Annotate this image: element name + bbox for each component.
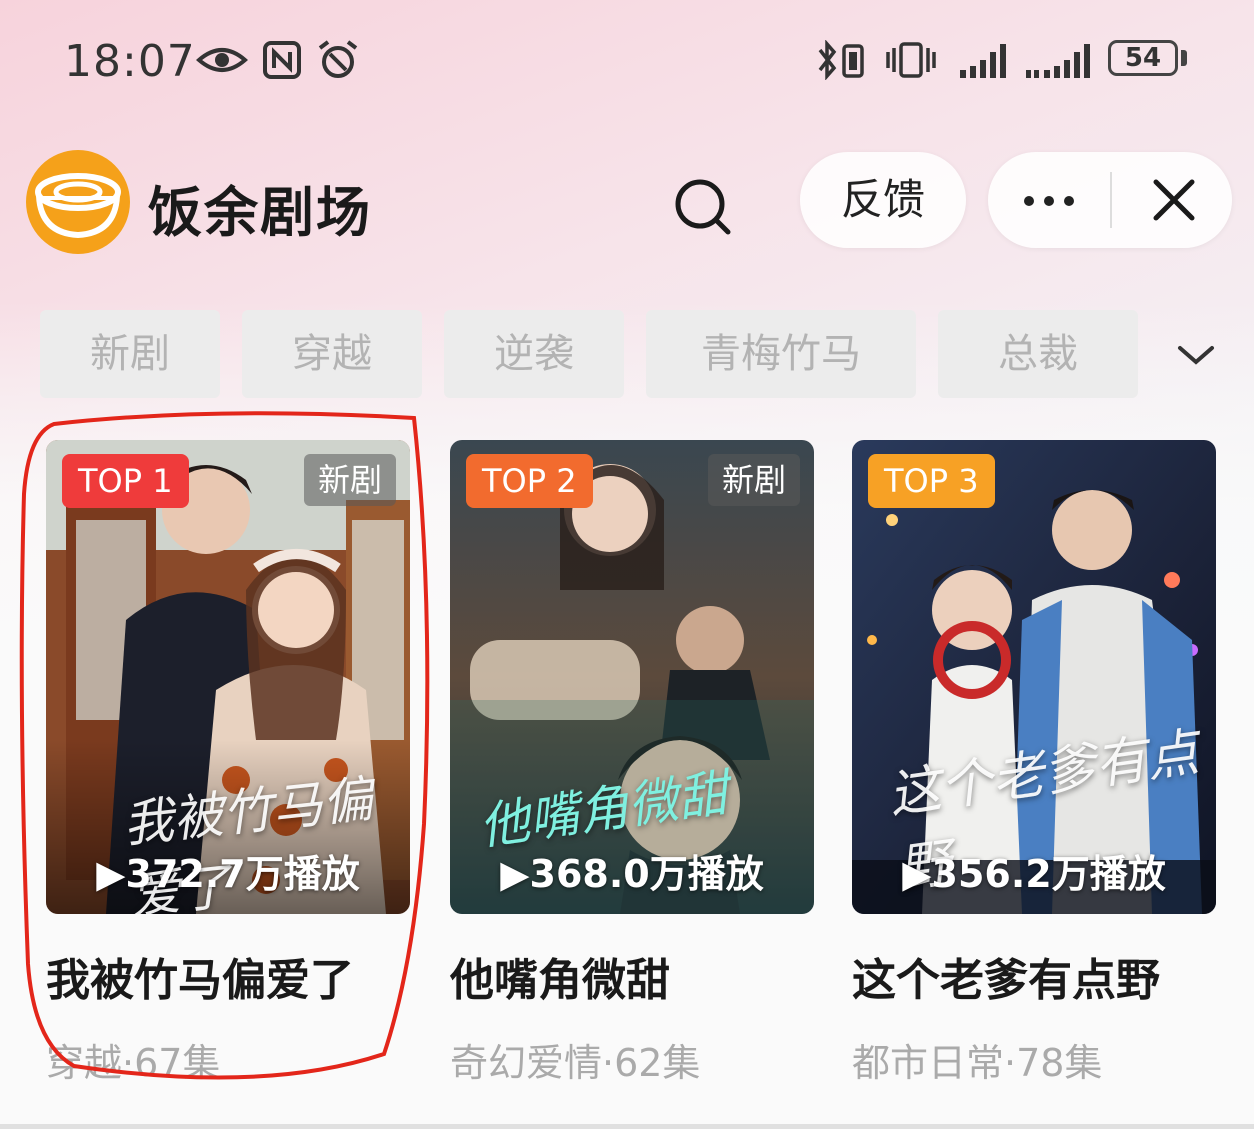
chevron-down-icon[interactable] [1174, 340, 1218, 370]
app-title: 饭余剧场 [148, 181, 372, 244]
app-logo [26, 150, 130, 254]
drama-card[interactable]: 这个老爹有点野 TOP 3 ▶356.2万播放 这个老爹有点野 都市日常·78集 [852, 440, 1216, 1087]
status-bar: 18:07 54 [0, 30, 1254, 90]
signal-icon [1026, 44, 1090, 78]
drama-poster[interactable]: 这个老爹有点野 TOP 3 ▶356.2万播放 [852, 440, 1216, 914]
play-count: ▶372.7万播放 [96, 852, 360, 896]
feedback-button[interactable]: 反馈 [800, 152, 966, 248]
drama-meta: 都市日常·78集 [852, 1041, 1103, 1085]
status-time: 18:07 [64, 36, 196, 87]
drama-meta: 奇幻爱情·62集 [450, 1041, 701, 1085]
vibrate-icon [886, 42, 936, 78]
bottom-divider [0, 1124, 1254, 1129]
tab-counterattack[interactable]: 逆袭 [444, 310, 624, 398]
nfc-icon [263, 41, 301, 79]
new-badge: 新剧 [707, 454, 800, 506]
rank-badge: TOP 2 [466, 454, 593, 508]
close-icon[interactable] [1112, 152, 1232, 248]
eye-icon [196, 48, 248, 72]
rank-badge: TOP 3 [868, 454, 995, 508]
battery-tip [1181, 50, 1187, 66]
play-count: ▶356.2万播放 [902, 852, 1166, 896]
drama-meta: 穿越·67集 [46, 1041, 221, 1085]
more-icon[interactable] [988, 152, 1110, 248]
signal-icon [960, 44, 1006, 78]
bluetooth-icon [818, 40, 864, 80]
rank-badge: TOP 1 [62, 454, 189, 508]
alarm-icon [318, 40, 358, 78]
play-count-text: 356.2万播放 [931, 852, 1166, 896]
drama-title[interactable]: 我被竹马偏爱了 [46, 944, 410, 1008]
drama-title[interactable]: 这个老爹有点野 [852, 944, 1216, 1008]
tab-time-travel[interactable]: 穿越 [242, 310, 422, 398]
drama-poster[interactable]: 他嘴角微甜 TOP 2 新剧 ▶368.0万播放 [450, 440, 814, 914]
drama-title[interactable]: 他嘴角微甜 [450, 944, 814, 1008]
search-icon[interactable] [672, 176, 734, 238]
battery-level: 54 [1108, 40, 1178, 76]
play-count-text: 372.7万播放 [125, 852, 360, 896]
drama-poster[interactable]: 我被竹马偏爱了 TOP 1 新剧 ▶372.7万播放 [46, 440, 410, 914]
play-count-text: 368.0万播放 [529, 852, 764, 896]
new-badge: 新剧 [303, 454, 396, 506]
drama-card[interactable]: 他嘴角微甜 TOP 2 新剧 ▶368.0万播放 他嘴角微甜 奇幻爱情·62集 [450, 440, 814, 1087]
tab-ceo[interactable]: 总裁 [938, 310, 1138, 398]
drama-card[interactable]: 我被竹马偏爱了 TOP 1 新剧 ▶372.7万播放 我被竹马偏爱了 穿越·67… [46, 440, 410, 1087]
tab-childhood-sweethearts[interactable]: 青梅竹马 [646, 310, 916, 398]
play-count: ▶368.0万播放 [500, 852, 764, 896]
mini-program-capsule [988, 152, 1232, 248]
tab-new[interactable]: 新剧 [40, 310, 220, 398]
